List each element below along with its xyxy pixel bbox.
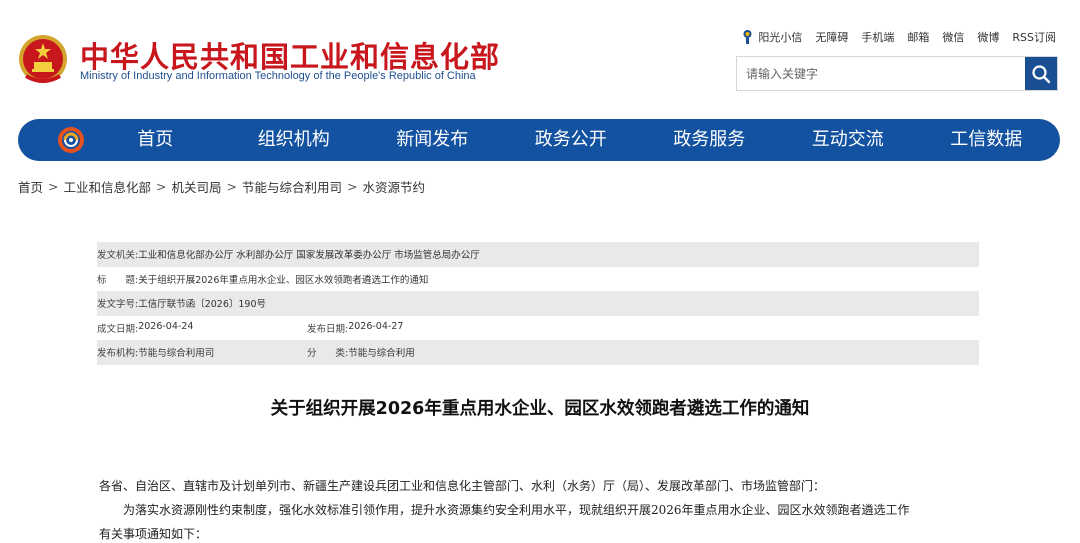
- meta-value-docno: 工信厅联节函〔2026〕190号: [138, 299, 267, 311]
- site-subtitle-en: Ministry of Industry and Information Tec…: [80, 70, 476, 82]
- meta-value-category: 节能与综合利用: [348, 348, 415, 360]
- meta-label: 标 题:: [97, 274, 139, 286]
- toplink-weibo[interactable]: 微博: [977, 29, 999, 45]
- meta-cell-published: 发布日期: 2026-04-27: [307, 321, 403, 335]
- main-nav: 首页 组织机构 新闻发布 政务公开 政务服务 互动交流 工信数据: [18, 119, 1060, 161]
- search-button[interactable]: [1025, 57, 1057, 90]
- search-input[interactable]: [737, 57, 1025, 90]
- breadcrumb-energy-dept[interactable]: 节能与综合利用司: [242, 177, 342, 196]
- site-header: 中华人民共和国工业和信息化部 Ministry of Industry and …: [0, 0, 1080, 112]
- search-box: [736, 56, 1058, 91]
- meta-value-created: 2026-04-24: [138, 320, 194, 332]
- breadcrumb-ministry[interactable]: 工业和信息化部: [64, 177, 152, 196]
- top-links: 阳光小信 无障碍 手机端 邮箱 微信 微博 RSS订阅: [741, 29, 1056, 45]
- meta-value-published: 2026-04-27: [348, 320, 404, 332]
- nav-items: 首页 组织机构 新闻发布 政务公开 政务服务 互动交流 工信数据: [86, 119, 1060, 161]
- nav-item-news[interactable]: 新闻发布: [363, 119, 502, 161]
- breadcrumb-home[interactable]: 首页: [18, 177, 43, 196]
- national-emblem-icon: [19, 35, 67, 83]
- breadcrumb: 首页 > 工业和信息化部 > 机关司局 > 节能与综合利用司 > 水资源节约: [18, 177, 425, 196]
- meta-cell-category: 分 类: 节能与综合利用: [307, 345, 415, 359]
- breadcrumb-separator: >: [48, 179, 59, 194]
- meta-cell-created: 成文日期: 2026-04-24: [97, 321, 307, 335]
- breadcrumb-water[interactable]: 水资源节约: [363, 177, 426, 196]
- article-salutation: 各省、自治区、直辖市及计划单列市、新疆生产建设兵团工业和信息化主管部门、水利（水…: [99, 479, 826, 493]
- meta-label: 分 类:: [307, 348, 349, 360]
- meta-value-title: 关于组织开展2026年重点用水企业、园区水效领跑者遴选工作的通知: [138, 274, 429, 286]
- meta-row-dates: 成文日期: 2026-04-24 发布日期: 2026-04-27: [97, 315, 979, 340]
- nav-item-government-affairs[interactable]: 政务公开: [502, 119, 641, 161]
- meta-row-title: 标 题: 关于组织开展2026年重点用水企业、园区水效领跑者遴选工作的通知: [97, 266, 979, 291]
- toplink-rss[interactable]: RSS订阅: [1012, 29, 1056, 45]
- sunlight-icon: [743, 30, 752, 44]
- meta-value-issuer: 工业和信息化部办公厅 水利部办公厅 国家发展改革委办公厅 市场监管总局办公厅: [138, 250, 480, 262]
- nav-item-organization[interactable]: 组织机构: [225, 119, 364, 161]
- meta-label: 发文机关:: [97, 250, 139, 262]
- meta-row-issuer: 发文机关: 工业和信息化部办公厅 水利部办公厅 国家发展改革委办公厅 市场监管总…: [97, 242, 979, 267]
- toplink-label: 阳光小信: [758, 31, 803, 44]
- breadcrumb-separator: >: [347, 179, 358, 194]
- article-body: 各省、自治区、直辖市及计划单列市、新疆生产建设兵团工业和信息化主管部门、水利（水…: [99, 474, 979, 543]
- breadcrumb-separator: >: [156, 179, 167, 194]
- document-meta-table: 发文机关: 工业和信息化部办公厅 水利部办公厅 国家发展改革委办公厅 市场监管总…: [97, 242, 979, 365]
- meta-label: 发布机构:: [97, 348, 139, 360]
- breadcrumb-separator: >: [226, 179, 237, 194]
- toplink-mobile[interactable]: 手机端: [861, 29, 894, 45]
- toplink-wechat[interactable]: 微信: [942, 29, 964, 45]
- meta-value-org: 节能与综合利用司: [138, 348, 215, 360]
- nav-item-home[interactable]: 首页: [86, 119, 225, 161]
- toplink-accessibility[interactable]: 无障碍: [815, 29, 848, 45]
- nav-item-interaction[interactable]: 互动交流: [779, 119, 918, 161]
- meta-row-docno: 发文字号: 工信厅联节函〔2026〕190号: [97, 291, 979, 316]
- meta-label: 成文日期:: [97, 323, 139, 335]
- article-title: 关于组织开展2026年重点用水企业、园区水效领跑者遴选工作的通知: [270, 399, 810, 419]
- breadcrumb-departments[interactable]: 机关司局: [172, 177, 222, 196]
- meta-row-org: 发布机构: 节能与综合利用司 分 类: 节能与综合利用: [97, 340, 979, 365]
- meta-label: 发文字号:: [97, 299, 139, 311]
- toplink-sunlight[interactable]: 阳光小信: [741, 29, 802, 45]
- article-paragraph-continuation: 有关事项通知如下：: [99, 527, 208, 541]
- nav-item-data[interactable]: 工信数据: [917, 119, 1056, 161]
- toplink-mail[interactable]: 邮箱: [907, 29, 929, 45]
- miit-logo-icon: [58, 127, 84, 153]
- article-paragraph: 为落实水资源刚性约束制度，强化水效标准引领作用，提升水资源集约安全利用水平，现就…: [123, 503, 910, 517]
- search-icon: [1032, 64, 1051, 83]
- meta-label: 发布日期:: [307, 323, 349, 335]
- nav-item-services[interactable]: 政务服务: [640, 119, 779, 161]
- meta-cell-org: 发布机构: 节能与综合利用司: [97, 345, 307, 359]
